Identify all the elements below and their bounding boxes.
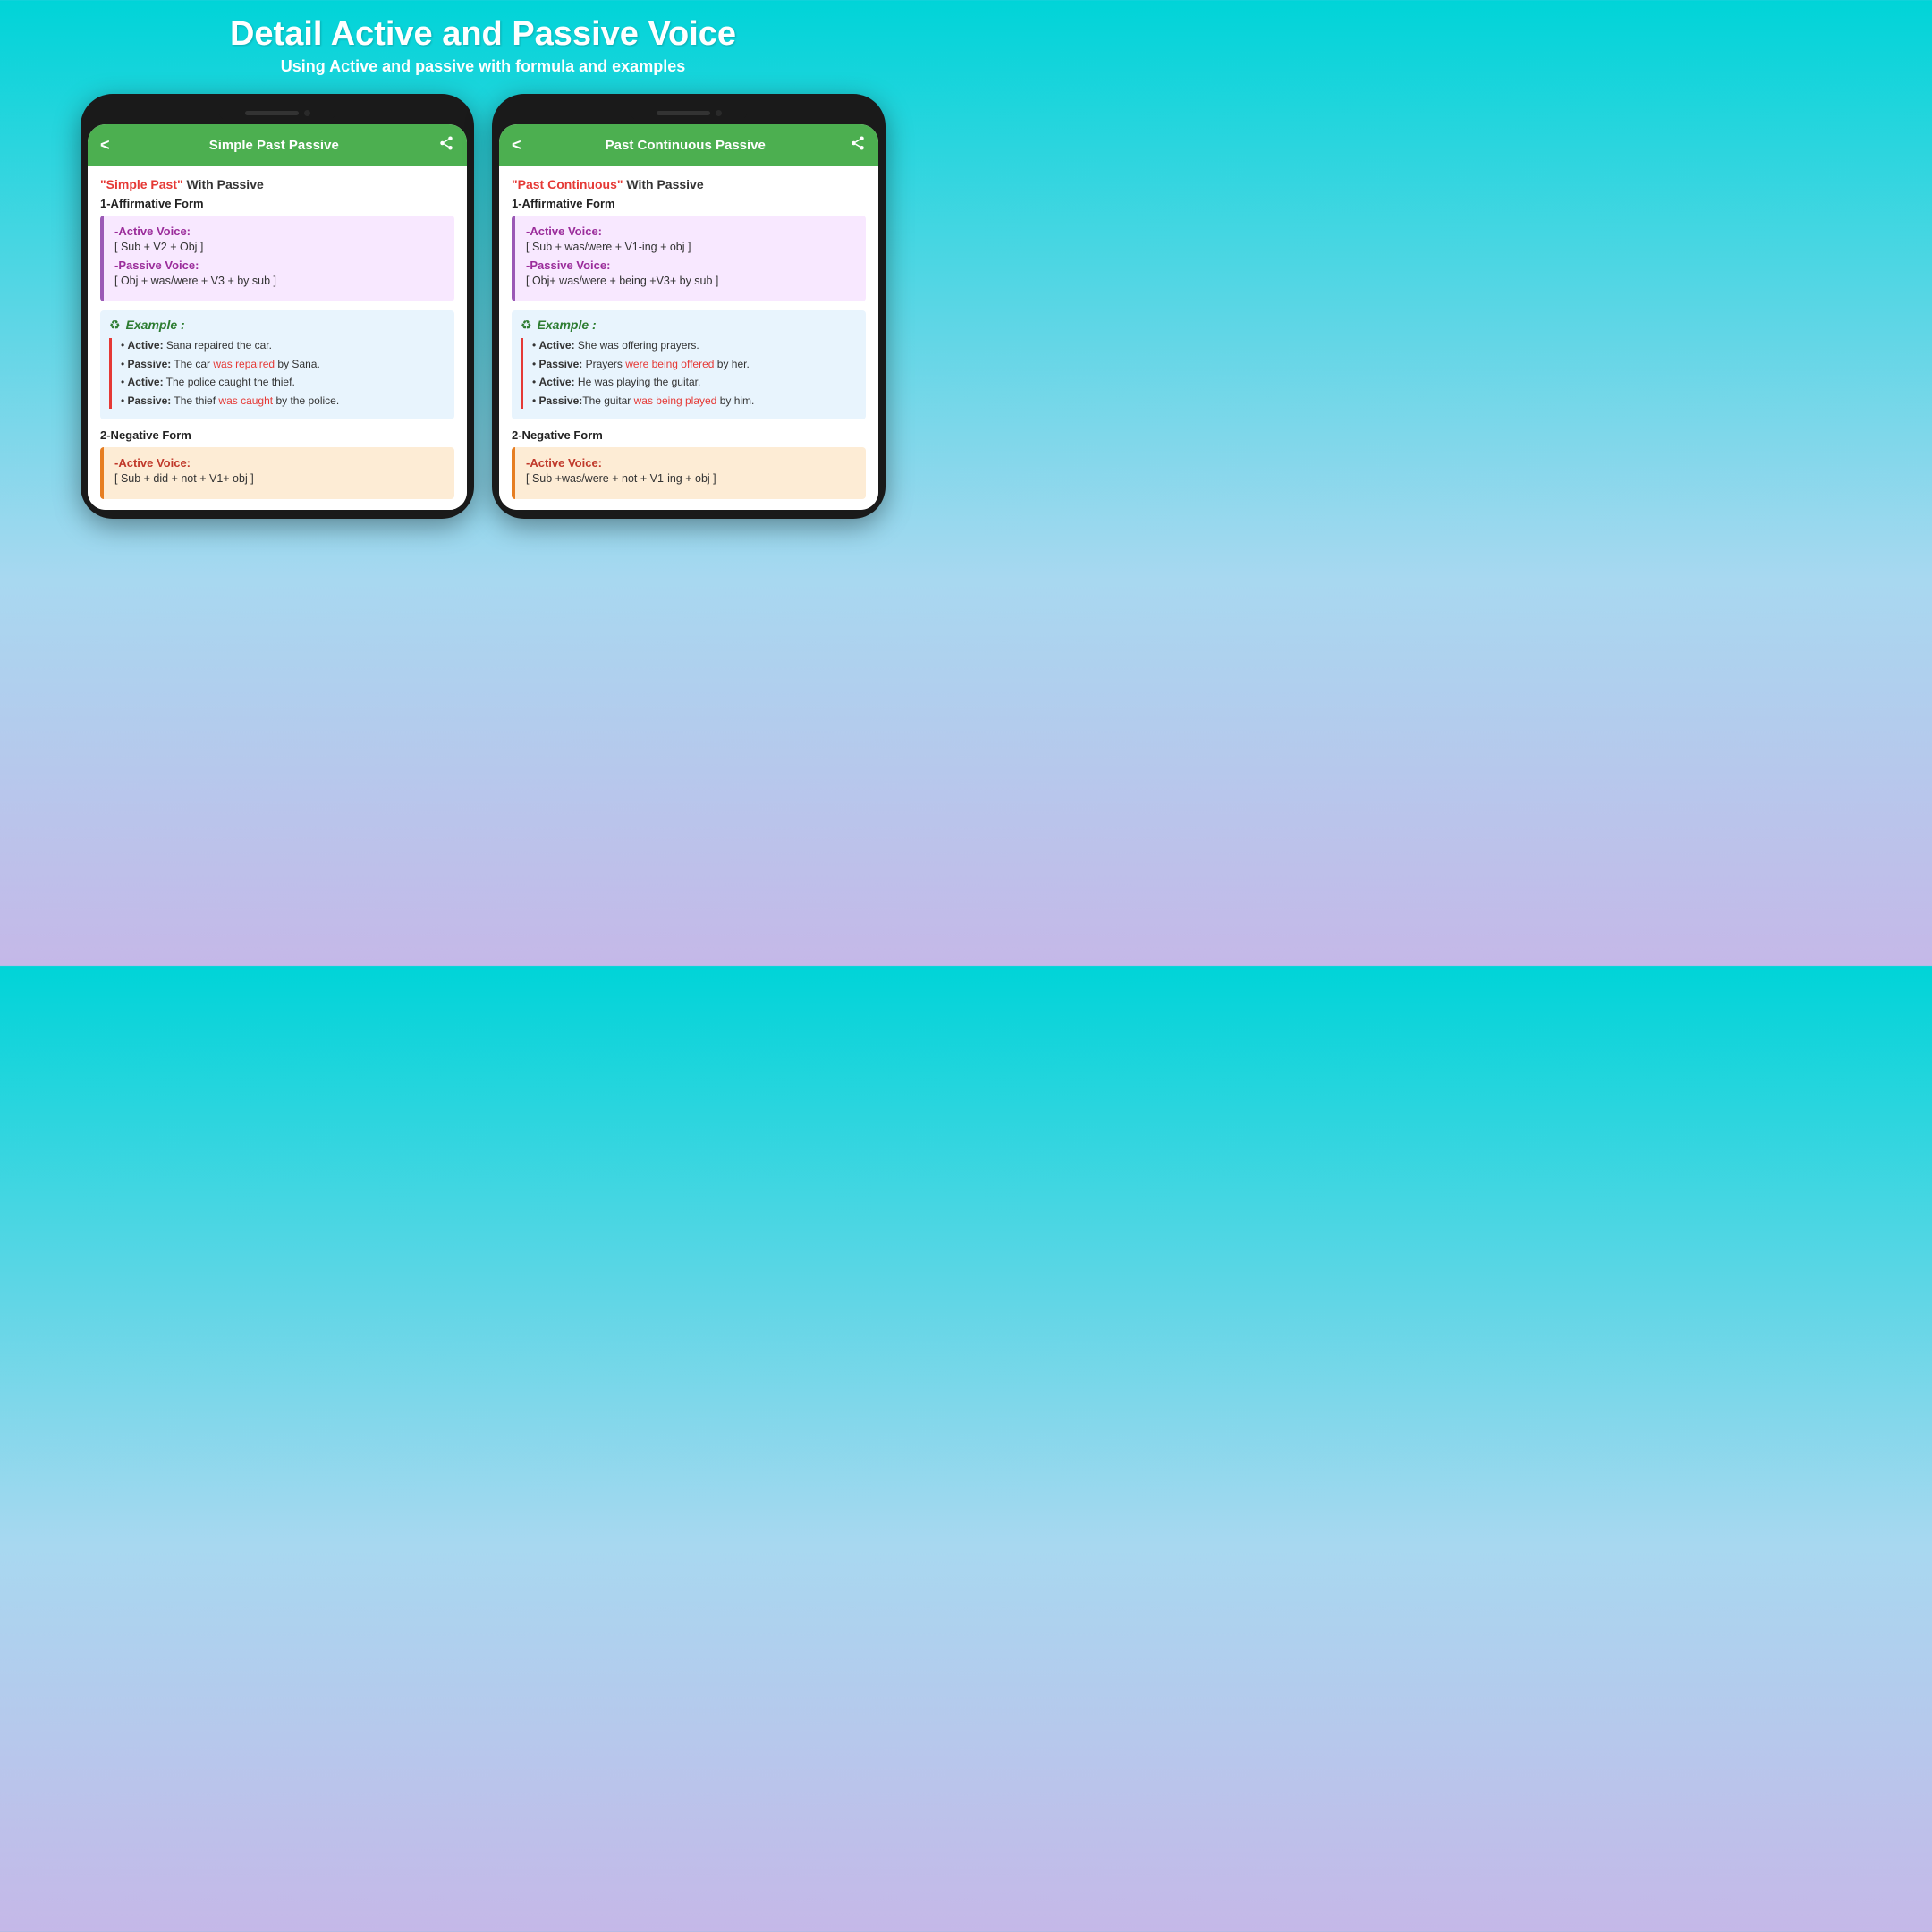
phone-right-notch [631,106,747,121]
passive-formula-left: [ Obj + was/were + V3 + by sub ] [114,275,444,287]
form1-label-left: 1-Affirmative Form [100,197,454,210]
notch-speaker-right [657,111,710,115]
tense-red-left: "Simple Past" [100,177,183,191]
example-box-left: ♻ Example : • Active: Sana repaired the … [100,310,454,419]
notch-camera [304,110,310,116]
example-box-right: ♻ Example : • Active: She was offering p… [512,310,866,419]
app-title-right: Past Continuous Passive [521,138,850,153]
form2-label-left: 2-Negative Form [100,428,454,442]
neg-active-label-right: -Active Voice: [526,456,855,470]
formula-box-left: -Active Voice: [ Sub + V2 + Obj ] -Passi… [100,216,454,301]
passive-label-right: -Passive Voice: [526,258,855,272]
recycle-icon-left: ♻ [109,318,121,333]
tense-rest-right: With Passive [623,177,704,191]
active-label-right: -Active Voice: [526,225,855,238]
example-item-right-4: • Passive:The guitar was being played by… [532,394,857,409]
main-subtitle: Using Active and passive with formula an… [230,57,736,76]
notch-speaker [245,111,299,115]
tense-title-left: "Simple Past" With Passive [100,177,454,191]
back-button-left[interactable]: < [100,136,110,155]
example-header-left: ♻ Example : [109,318,445,333]
share-button-right[interactable] [850,135,866,156]
neg-active-label-left: -Active Voice: [114,456,444,470]
phone-right-screen: < Past Continuous Passive "Past Continuo… [499,124,878,510]
formula-box-right: -Active Voice: [ Sub + was/were + V1-ing… [512,216,866,301]
phones-container: < Simple Past Passive "Simple Past" With… [63,85,903,528]
example-label-left: Example : [126,318,185,332]
recycle-icon-right: ♻ [521,318,532,333]
app-header-right: < Past Continuous Passive [499,124,878,166]
tense-title-right: "Past Continuous" With Passive [512,177,866,191]
active-label-left: -Active Voice: [114,225,444,238]
neg-active-formula-right: [ Sub +was/were + not + V1-ing + obj ] [526,472,855,485]
phone-right: < Past Continuous Passive "Past Continuo… [492,94,886,519]
example-list-right: • Active: She was offering prayers. • Pa… [521,338,857,409]
back-button-right[interactable]: < [512,136,521,155]
notch-camera-right [716,110,722,116]
tense-red-right: "Past Continuous" [512,177,623,191]
phone-left-notch [219,106,335,121]
app-header-left: < Simple Past Passive [88,124,467,166]
main-title: Detail Active and Passive Voice [230,16,736,54]
neg-active-formula-left: [ Sub + did + not + V1+ obj ] [114,472,444,485]
example-item-left-2: • Passive: The car was repaired by Sana. [121,357,445,372]
form2-label-right: 2-Negative Form [512,428,866,442]
page-header: Detail Active and Passive Voice Using Ac… [212,0,754,85]
share-button-left[interactable] [438,135,454,156]
phone-left: < Simple Past Passive "Simple Past" With… [80,94,474,519]
example-item-right-3: • Active: He was playing the guitar. [532,375,857,390]
neg-formula-box-left: -Active Voice: [ Sub + did + not + V1+ o… [100,447,454,499]
passive-formula-right: [ Obj+ was/were + being +V3+ by sub ] [526,275,855,287]
app-title-left: Simple Past Passive [110,138,438,153]
phone-left-screen: < Simple Past Passive "Simple Past" With… [88,124,467,510]
example-item-right-2: • Passive: Prayers were being offered by… [532,357,857,372]
tense-rest-left: With Passive [183,177,264,191]
neg-formula-box-right: -Active Voice: [ Sub +was/were + not + V… [512,447,866,499]
screen-content-right: "Past Continuous" With Passive 1-Affirma… [499,166,878,510]
passive-label-left: -Passive Voice: [114,258,444,272]
example-item-left-3: • Active: The police caught the thief. [121,375,445,390]
example-item-right-1: • Active: She was offering prayers. [532,338,857,353]
active-formula-left: [ Sub + V2 + Obj ] [114,241,444,253]
example-list-left: • Active: Sana repaired the car. • Passi… [109,338,445,409]
screen-content-left: "Simple Past" With Passive 1-Affirmative… [88,166,467,510]
form1-label-right: 1-Affirmative Form [512,197,866,210]
example-item-left-4: • Passive: The thief was caught by the p… [121,394,445,409]
example-header-right: ♻ Example : [521,318,857,333]
active-formula-right: [ Sub + was/were + V1-ing + obj ] [526,241,855,253]
example-label-right: Example : [538,318,597,332]
example-item-left-1: • Active: Sana repaired the car. [121,338,445,353]
